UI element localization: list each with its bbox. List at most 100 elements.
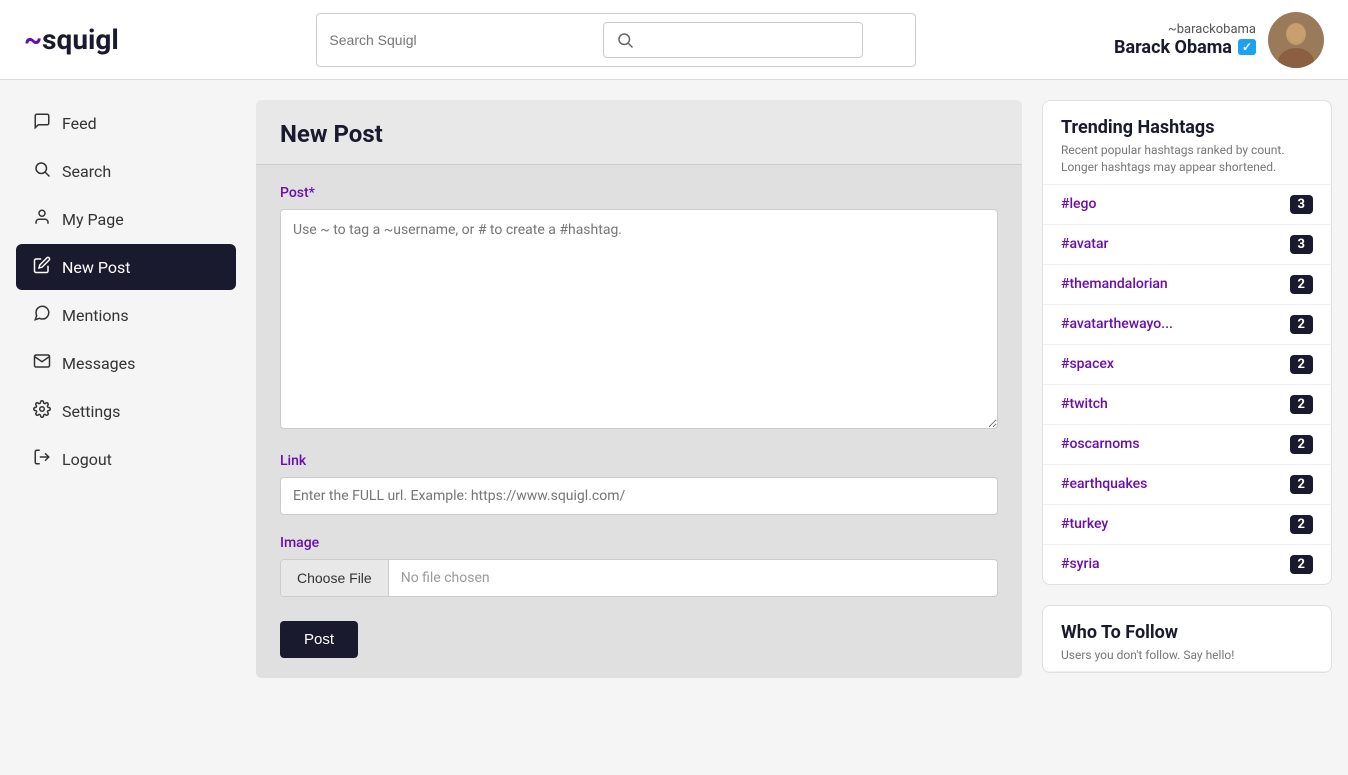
hashtag-link[interactable]: #syria [1061,556,1100,572]
hashtag-count: 2 [1290,395,1313,414]
sidebar-item-feed[interactable]: Feed [16,100,236,146]
mentions-icon [32,304,52,326]
sidebar-label-messages: Messages [62,354,135,373]
hashtag-count: 2 [1290,555,1313,574]
sidebar-item-newpost[interactable]: New Post [16,244,236,290]
hashtag-link[interactable]: #themandalorian [1061,276,1168,292]
search-bar [316,13,916,67]
sidebar: Feed Search My Page New Post Mentions [16,100,236,693]
search-icon [616,31,634,49]
sidebar-label-search: Search [62,162,111,181]
image-form-group: Image Choose File No file chosen [280,535,998,597]
hashtag-link[interactable]: #avatarthewayo... [1061,316,1173,332]
hashtag-item[interactable]: #avatarthewayo... 2 [1043,304,1331,344]
hashtag-item[interactable]: #syria 2 [1043,544,1331,584]
who-follow-header: Who To Follow Users you don't follow. Sa… [1043,606,1331,673]
who-follow-title: Who To Follow [1061,622,1313,643]
search-input[interactable] [329,32,563,48]
logo-tilde: ~ [24,23,42,56]
page-title: New Post [280,120,998,148]
sidebar-item-mypage[interactable]: My Page [16,196,236,242]
hashtag-link[interactable]: #avatar [1061,236,1108,252]
hashtag-item[interactable]: #avatar 3 [1043,224,1331,264]
link-form-group: Link [280,453,998,515]
right-sidebar: Trending Hashtags Recent popular hashtag… [1042,100,1332,693]
sidebar-item-mentions[interactable]: Mentions [16,292,236,338]
hashtag-link[interactable]: #spacex [1061,356,1114,372]
post-form-group: Post* [280,185,998,433]
new-post-card: New Post Post* Link Image Choose File No… [256,100,1022,678]
hashtag-link[interactable]: #lego [1061,196,1096,212]
post-label: Post* [280,185,998,201]
sidebar-label-settings: Settings [62,402,120,421]
link-label: Link [280,453,998,469]
hashtag-item[interactable]: #twitch 2 [1043,384,1331,424]
sidebar-label-mentions: Mentions [62,306,129,325]
sidebar-label-mypage: My Page [62,210,124,229]
hashtag-item[interactable]: #oscarnoms 2 [1043,424,1331,464]
avatar[interactable] [1268,12,1324,68]
new-post-header: New Post [256,100,1022,165]
hashtag-count: 2 [1290,515,1313,534]
sidebar-label-logout: Logout [62,450,112,469]
user-handle: ~barackobama [1114,22,1256,37]
hashtag-count: 2 [1290,435,1313,454]
sidebar-item-search[interactable]: Search [16,148,236,194]
hashtag-item[interactable]: #lego 3 [1043,184,1331,224]
link-input[interactable] [280,477,998,515]
search-button[interactable] [603,22,863,58]
main-layout: Feed Search My Page New Post Mentions [0,80,1348,713]
post-textarea[interactable] [280,209,998,429]
messages-icon [32,352,52,374]
feed-icon [32,112,52,134]
who-to-follow-card: Who To Follow Users you don't follow. Sa… [1042,605,1332,674]
sidebar-item-messages[interactable]: Messages [16,340,236,386]
hashtag-count: 2 [1290,475,1313,494]
logo-squigl: squigl [42,23,119,56]
verified-badge: ✓ [1238,39,1256,55]
image-label: Image [280,535,998,551]
file-input-wrapper: Choose File No file chosen [280,559,998,597]
file-name-display: No file chosen [389,560,997,596]
hashtag-count: 2 [1290,275,1313,294]
user-name-row: Barack Obama ✓ [1114,37,1256,58]
hashtag-count: 3 [1290,235,1313,254]
user-info: ~barackobama Barack Obama ✓ [1114,22,1256,58]
logo[interactable]: ~squigl [24,23,119,56]
user-profile: ~barackobama Barack Obama ✓ [1114,12,1324,68]
hashtag-item[interactable]: #earthquakes 2 [1043,464,1331,504]
avatar-image [1268,12,1324,68]
trending-subtitle: Recent popular hashtags ranked by count.… [1061,142,1313,176]
logout-icon [32,448,52,470]
sidebar-item-settings[interactable]: Settings [16,388,236,434]
sidebar-item-logout[interactable]: Logout [16,436,236,482]
hashtag-count: 2 [1290,355,1313,374]
new-post-body: Post* Link Image Choose File No file cho… [256,165,1022,678]
hashtag-item[interactable]: #spacex 2 [1043,344,1331,384]
choose-file-button[interactable]: Choose File [281,560,389,596]
main-content: New Post Post* Link Image Choose File No… [256,100,1022,693]
hashtag-item[interactable]: #themandalorian 2 [1043,264,1331,304]
hashtag-list: #lego 3 #avatar 3 #themandalorian 2 #ava… [1043,184,1331,584]
trending-hashtags-card: Trending Hashtags Recent popular hashtag… [1042,100,1332,585]
hashtag-link[interactable]: #twitch [1061,396,1108,412]
user-icon [32,208,52,230]
post-button[interactable]: Post [280,621,358,658]
search-icon [32,160,52,182]
edit-icon [32,256,52,278]
sidebar-label-newpost: New Post [62,258,131,277]
sidebar-label-feed: Feed [62,114,97,133]
hashtag-link[interactable]: #earthquakes [1061,476,1147,492]
trending-title: Trending Hashtags [1061,117,1313,138]
hashtag-link[interactable]: #turkey [1061,516,1108,532]
hashtag-count: 3 [1290,195,1313,214]
hashtag-link[interactable]: #oscarnoms [1061,436,1140,452]
settings-icon [32,400,52,422]
avatar-svg [1268,12,1324,68]
user-display-name: Barack Obama [1114,37,1232,58]
hashtag-count: 2 [1290,315,1313,334]
who-follow-subtitle: Users you don't follow. Say hello! [1061,647,1313,664]
hashtag-item[interactable]: #turkey 2 [1043,504,1331,544]
header: ~squigl ~barackobama Barack Obama ✓ [0,0,1348,80]
trending-header: Trending Hashtags Recent popular hashtag… [1043,101,1331,184]
